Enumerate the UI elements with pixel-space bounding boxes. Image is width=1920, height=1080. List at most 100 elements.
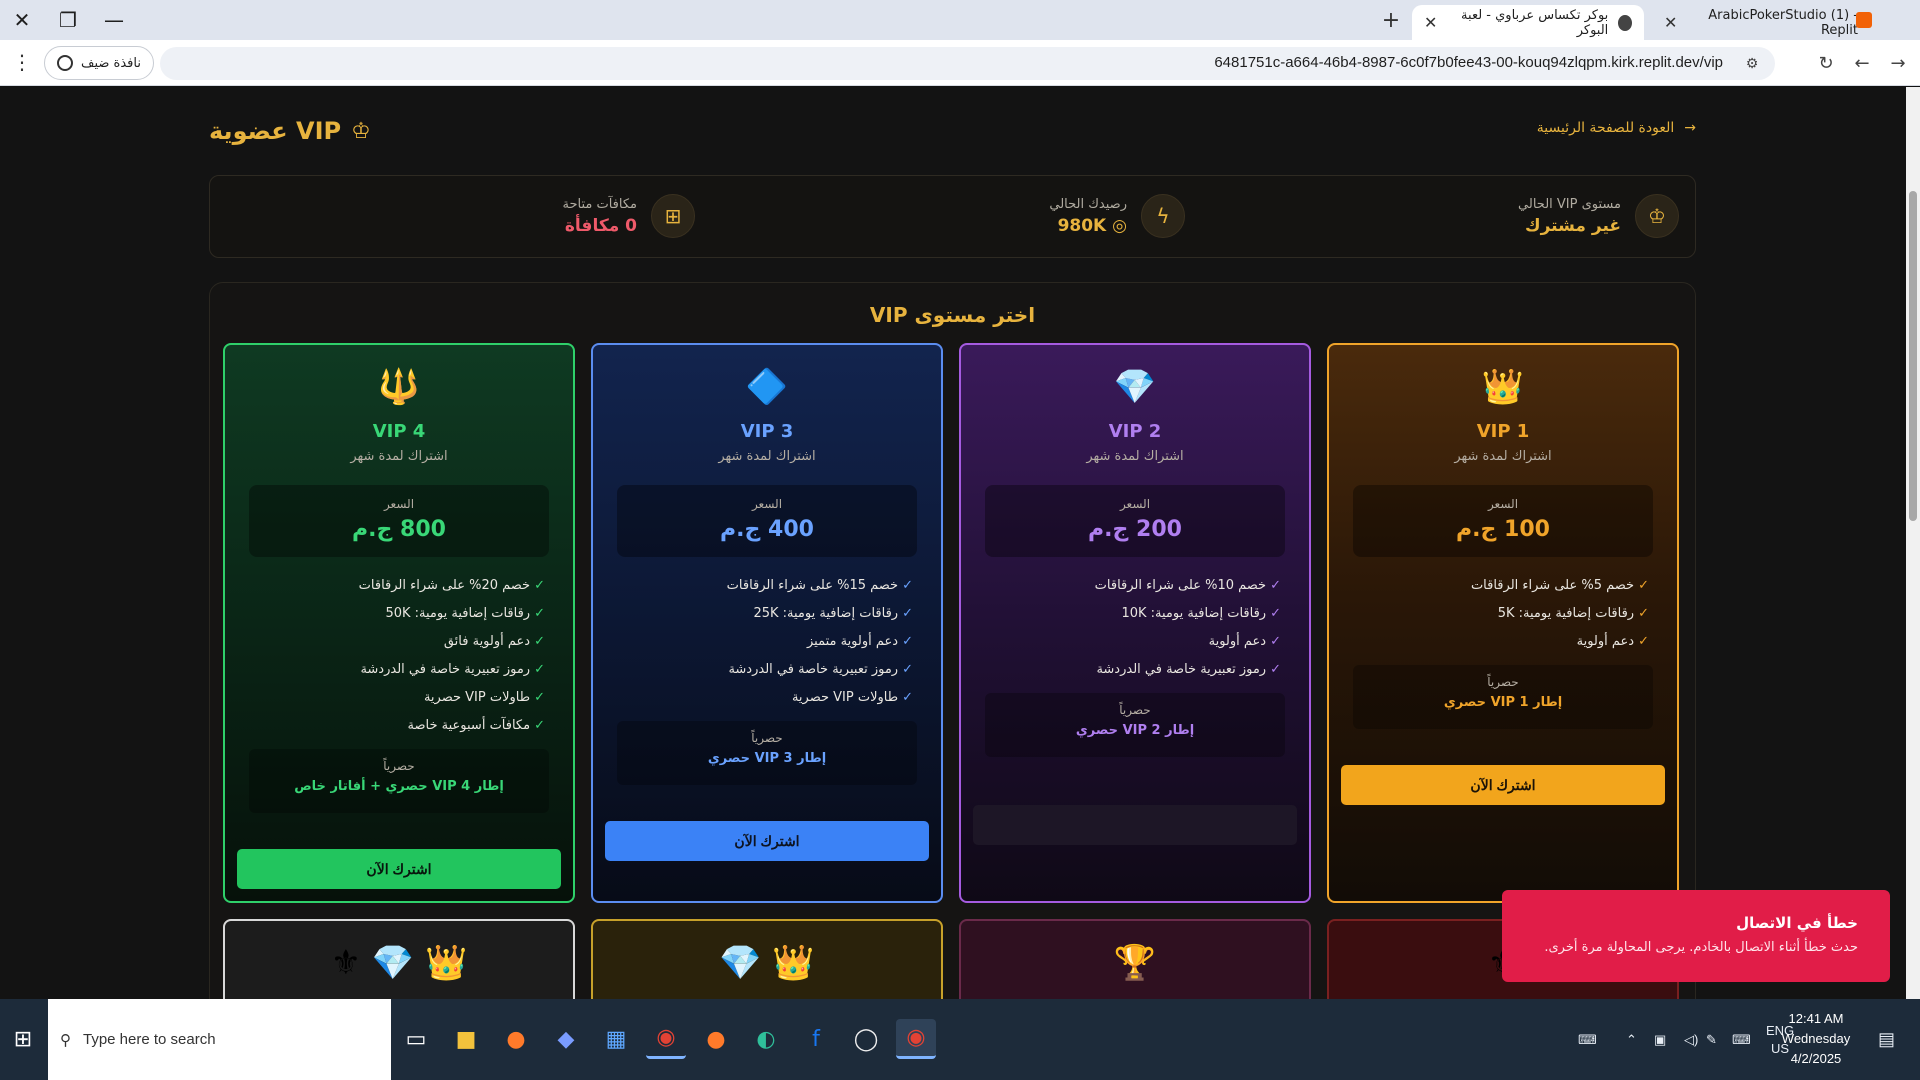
price-label: السعر: [751, 497, 783, 511]
price-value: 400 ج.م: [720, 517, 814, 542]
url-text[interactable]: 6481751c-a664-46b4-8987-6c0f7b0fee43-00-…: [1214, 54, 1723, 71]
forward-arrow-icon[interactable]: →: [1883, 48, 1913, 78]
task-view-icon[interactable]: ▭: [396, 1019, 436, 1059]
vip-1-card: 👑 VIP 1 اشتراك لمدة شهر السعر 100 ج.م ✓ خ…: [1327, 343, 1679, 903]
plan-duration: اشتراك لمدة شهر: [350, 449, 448, 464]
taskbar-search-box[interactable]: ⚲ Type here to search: [48, 999, 391, 1080]
browser-tab-bar: ✕ ❐ — + بوكر تكساس عرباوي - لعبة البوكر …: [0, 0, 1920, 40]
keyboard-icon[interactable]: ⌨: [1578, 999, 1597, 1080]
vip-3-card: 🔷 VIP 3 اشتراك لمدة شهر السعر 400 ج.م ✓ خ…: [591, 343, 943, 903]
price-label: السعر: [1119, 497, 1151, 511]
scrollbar-thumb[interactable]: [1909, 191, 1917, 521]
feature-item: ✓ دعم أولوية: [1576, 633, 1649, 649]
back-arrow-icon[interactable]: ←: [1847, 48, 1877, 78]
page-header: ♔ VIP عضوية → العودة للصفحة الرئيسية: [209, 87, 1696, 177]
subscribe-vip-1-button[interactable]: اشترك الآن: [1341, 765, 1665, 805]
rewards-label: مكافآت متاحة: [562, 196, 637, 212]
browser-toolbar: ⋮ نافذة ضيف 6481751c-a664-46b4-8987-6c0f…: [0, 40, 1920, 86]
edge-icon[interactable]: ◐: [746, 1019, 786, 1059]
exclusive-label: حصرياً: [1487, 675, 1519, 689]
chrome-icon[interactable]: ◉: [646, 1019, 686, 1059]
firefox-alt-icon[interactable]: ●: [696, 1019, 736, 1059]
exclusive-box: حصرياً إطار VIP 1 حصري: [1353, 665, 1653, 729]
window-restore-button[interactable]: ❐: [46, 0, 90, 40]
feature-list: ✓ خصم 15% على شراء الرقاقات ✓ رقاقات إضافي…: [621, 571, 913, 711]
whatsapp-icon[interactable]: ◯: [846, 1019, 886, 1059]
guest-window-button[interactable]: نافذة ضيف: [44, 46, 154, 80]
gem-icon: 💎: [1113, 367, 1157, 407]
check-icon: ✓: [1638, 605, 1649, 621]
page-scrollbar[interactable]: [1906, 87, 1920, 999]
feature-item: ✓ دعم أولوية فائق: [443, 633, 545, 649]
vip-4-card: 🔱 VIP 4 اشتراك لمدة شهر السعر 800 ج.م ✓ خ…: [223, 343, 575, 903]
exclusive-value: إطار VIP 4 حصري + أفاتار خاص: [294, 779, 504, 794]
subscribe-vip-2-button[interactable]: [973, 805, 1297, 845]
reload-icon[interactable]: ↻: [1811, 48, 1841, 78]
feature-item: ✓ رقاقات إضافية يومية: 10K: [1121, 605, 1281, 621]
chevron-up-icon[interactable]: ⌃: [1626, 999, 1637, 1080]
plan-name: VIP 4: [372, 421, 426, 442]
plan-name: VIP 2: [1108, 421, 1162, 442]
crown-icon: ♔: [1635, 194, 1679, 238]
touch-keyboard-icon[interactable]: ⌨: [1732, 999, 1751, 1080]
feature-item: ✓ رقاقات إضافية يومية: 50K: [385, 605, 545, 621]
chrome-active-icon[interactable]: ◉: [896, 1019, 936, 1059]
copilot-icon[interactable]: ◆: [546, 1019, 586, 1059]
clock[interactable]: 12:41 AM Wednesday 4/2/2025: [1766, 1009, 1866, 1069]
store-icon[interactable]: ▦: [596, 1019, 636, 1059]
toast-title: خطأ في الاتصال: [1736, 914, 1858, 932]
plans-title: اختر مستوى VIP: [869, 303, 1036, 327]
back-home-link[interactable]: → العودة للصفحة الرئيسية: [1537, 120, 1696, 136]
check-icon: ✓: [534, 689, 545, 705]
trophy-icon: 🏆: [1113, 943, 1157, 983]
check-icon: ✓: [1638, 577, 1649, 593]
check-icon: ✓: [1270, 661, 1281, 677]
menu-dots-icon[interactable]: ⋮: [12, 52, 32, 72]
check-icon: ✓: [1638, 633, 1649, 649]
notifications-icon[interactable]: ▤: [1878, 999, 1895, 1080]
exclusive-label: حصرياً: [751, 731, 783, 745]
new-tab-button[interactable]: +: [1376, 5, 1406, 35]
tab-replit[interactable]: ArabicPokerStudio (1) - Replit ✕: [1652, 5, 1870, 40]
exclusive-box: حصرياً إطار VIP 3 حصري: [617, 721, 917, 785]
price-label: السعر: [1487, 497, 1519, 511]
file-explorer-icon[interactable]: ■: [446, 1019, 486, 1059]
feature-item: ✓ رقاقات إضافية يومية: 5K: [1497, 605, 1649, 621]
rewards-stat: ⊞ مكافآت متاحة 0 مكافأة: [562, 194, 695, 238]
subscribe-vip-4-button[interactable]: اشترك الآن: [237, 849, 561, 889]
balance-stat: ϟ رصيدك الحالي ◎ 980K: [1049, 194, 1185, 238]
exclusive-value: إطار VIP 1 حصري: [1443, 695, 1563, 710]
check-icon: ✓: [534, 633, 545, 649]
replit-logo-icon[interactable]: [1856, 12, 1872, 28]
site-settings-icon[interactable]: ⚙: [1739, 51, 1765, 77]
window-minimize-button[interactable]: —: [92, 0, 136, 40]
volume-icon[interactable]: ◁): [1684, 999, 1698, 1080]
price-box: السعر 400 ج.م: [617, 485, 917, 557]
subscribe-vip-3-button[interactable]: اشترك الآن: [605, 821, 929, 861]
clock-day: Wednesday: [1781, 1031, 1851, 1046]
feature-item: ✓ خصم 10% على شراء الرقاقات: [1094, 577, 1281, 593]
pen-icon[interactable]: ✎: [1706, 999, 1717, 1080]
tab-poker-game[interactable]: بوكر تكساس عرباوي - لعبة البوكر ✕: [1412, 5, 1644, 40]
tab-close-icon[interactable]: ✕: [1664, 13, 1677, 32]
connection-error-toast[interactable]: خطأ في الاتصال حدث خطأ أثناء الاتصال بال…: [1502, 890, 1890, 982]
crown-gem-icon: 👑 💎: [719, 943, 815, 983]
crown-gem-fleur-icon: 👑 💎 ⚜: [330, 943, 468, 983]
tab-close-icon[interactable]: ✕: [1424, 13, 1437, 32]
check-icon: ✓: [902, 605, 913, 621]
exclusive-value: إطار VIP 3 حصري: [707, 751, 827, 766]
plan-duration: اشتراك لمدة شهر: [1454, 449, 1552, 464]
firefox-icon[interactable]: ●: [496, 1019, 536, 1059]
check-icon: ✓: [1270, 633, 1281, 649]
address-bar[interactable]: 6481751c-a664-46b4-8987-6c0f7b0fee43-00-…: [160, 47, 1775, 80]
coins-icon: ◎: [1112, 215, 1127, 236]
facebook-icon[interactable]: f: [796, 1019, 836, 1059]
windows-start-icon[interactable]: ⊞: [0, 999, 46, 1080]
toast-message: حدث خطأ أثناء الاتصال بالخادم. يرجى المح…: [1544, 940, 1858, 955]
feature-item: ✓ رموز تعبيرية خاصة في الدردشة: [728, 661, 913, 677]
window-close-button[interactable]: ✕: [0, 0, 44, 40]
network-icon[interactable]: ▣: [1654, 999, 1666, 1080]
vip-level-value: غير مشترك: [1525, 215, 1621, 236]
vip-plans-section: اختر مستوى VIP 👑 VIP 1 اشتراك لمدة شهر ا…: [209, 282, 1696, 999]
check-icon: ✓: [534, 717, 545, 733]
